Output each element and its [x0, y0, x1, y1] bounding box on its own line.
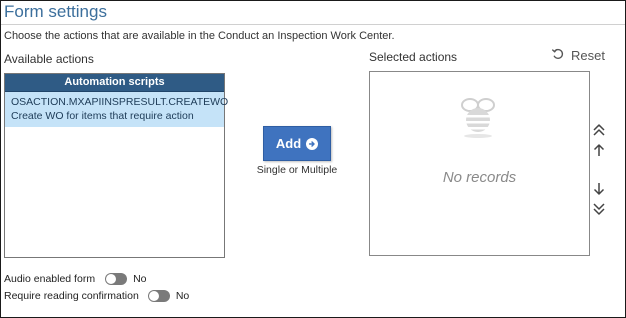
reading-toggle-value: No: [175, 290, 190, 302]
form-settings-panel: Form settings Choose the actions that ar…: [0, 0, 626, 318]
move-up-icon[interactable]: [590, 141, 608, 159]
available-actions-list[interactable]: Automation scripts OSACTION.MXAPIINSPRES…: [4, 73, 229, 258]
add-button[interactable]: Add: [263, 126, 331, 161]
list-item[interactable]: OSACTION.MXAPIINSPRESULT.CREATEWO Create…: [5, 92, 229, 127]
audio-toggle-label: Audio enabled form: [4, 273, 96, 285]
reading-toggle[interactable]: [147, 290, 170, 302]
empty-state-text: No records: [442, 169, 517, 186]
action-description: Create WO for items that require action: [11, 110, 194, 122]
action-name: OSACTION.MXAPIINSPRESULT.CREATEWO: [11, 96, 229, 108]
move-to-top-icon[interactable]: [590, 121, 608, 139]
move-down-icon[interactable]: [590, 180, 608, 198]
reset-label: Reset: [571, 48, 605, 63]
page-description: Choose the actions that are available in…: [4, 30, 395, 42]
add-button-label: Add: [275, 136, 302, 151]
reading-toggle-row: Require reading confirmation No: [4, 290, 189, 302]
add-hint: Single or Multiple: [256, 164, 338, 176]
page-title: Form settings: [4, 2, 107, 21]
audio-toggle-value: No: [133, 273, 147, 285]
reset-button[interactable]: Reset: [551, 47, 605, 64]
bee-icon: [461, 98, 495, 138]
move-to-bottom-icon[interactable]: [590, 200, 608, 218]
title-divider: [1, 24, 625, 25]
reset-icon: [551, 47, 565, 64]
arrow-right-circle-icon: [306, 137, 319, 150]
available-actions-label: Available actions: [4, 52, 94, 66]
selected-actions-label: Selected actions: [369, 50, 458, 64]
reading-toggle-label: Require reading confirmation: [4, 290, 139, 302]
automation-scripts-header: Automation scripts: [5, 74, 224, 92]
selected-actions-list[interactable]: No records: [369, 71, 590, 256]
audio-toggle-row: Audio enabled form No: [4, 273, 147, 285]
audio-toggle[interactable]: [105, 273, 128, 285]
